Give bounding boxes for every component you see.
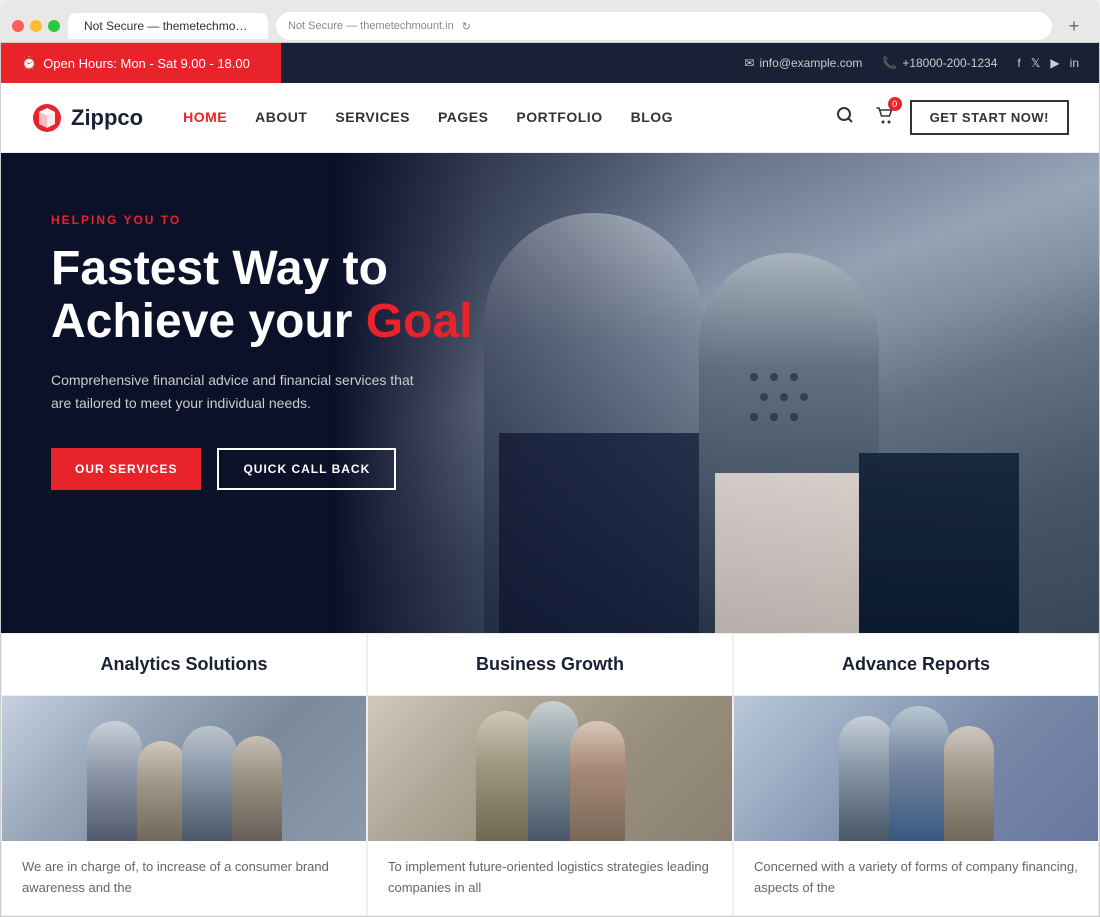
feature-card-reports: Advance Reports Concerned with a variety…: [733, 633, 1099, 916]
nav-links: HOME ABOUT SERVICES PAGES PORTFOLIO BLOG: [183, 109, 831, 127]
social-links: f 𝕏 ▶ in: [1017, 56, 1079, 70]
feature-title-2: Business Growth: [392, 654, 708, 675]
fullscreen-dot[interactable]: [48, 20, 60, 32]
browser-tabs-bar: Not Secure — themetechmount.in Not Secur…: [0, 10, 1100, 42]
site-logo[interactable]: Zippco: [31, 102, 143, 134]
email-address: info@example.com: [759, 56, 862, 70]
close-dot[interactable]: [12, 20, 24, 32]
hero-title: Fastest Way to Achieve your Goal: [51, 243, 511, 349]
hero-title-highlight: Goal: [366, 295, 473, 348]
facebook-icon[interactable]: f: [1017, 56, 1020, 70]
phone-link[interactable]: 📞 +18000-200-1234: [882, 56, 997, 70]
feature-image-2: [368, 696, 732, 841]
youtube-icon[interactable]: ▶: [1050, 56, 1059, 70]
search-icon: [836, 106, 854, 124]
top-bar-left: ⏰ Open Hours: Mon - Sat 9.00 - 18.00: [1, 43, 281, 83]
feature-desc-1: We are in charge of, to increase of a co…: [2, 841, 366, 915]
search-button[interactable]: [832, 102, 858, 133]
email-icon: ✉: [744, 56, 754, 70]
phone-number: +18000-200-1234: [902, 56, 997, 70]
feature-title-3: Advance Reports: [758, 654, 1074, 675]
cart-badge: 0: [888, 97, 902, 111]
active-tab[interactable]: Not Secure — themetechmount.in: [68, 13, 268, 39]
feature-desc-3: Concerned with a variety of forms of com…: [734, 841, 1098, 915]
feature-card-growth: Business Growth To implement future-orie…: [367, 633, 733, 916]
logo-icon: [31, 102, 63, 134]
hero-title-line2: Achieve your: [51, 295, 366, 348]
main-navbar: Zippco HOME ABOUT SERVICES PAGES PORTFOL…: [1, 83, 1099, 153]
nav-blog[interactable]: BLOG: [631, 109, 673, 125]
feature-title-1: Analytics Solutions: [26, 654, 342, 675]
feature-image-3: [734, 696, 1098, 841]
quick-callback-button[interactable]: QUICK CALL BACK: [217, 448, 396, 490]
refresh-icon[interactable]: ↻: [462, 20, 471, 33]
top-bar: ⏰ Open Hours: Mon - Sat 9.00 - 18.00 ✉ i…: [1, 43, 1099, 83]
hero-content: HELPING YOU TO Fastest Way to Achieve yo…: [1, 153, 561, 550]
feature-header-2: Business Growth: [368, 634, 732, 696]
feature-header-1: Analytics Solutions: [2, 634, 366, 696]
nav-actions: 0 GET START NOW!: [832, 100, 1069, 135]
nav-about[interactable]: ABOUT: [255, 109, 307, 125]
address-text: Not Secure — themetechmount.in: [288, 20, 454, 32]
minimize-dot[interactable]: [30, 20, 42, 32]
nav-pages[interactable]: PAGES: [438, 109, 488, 125]
logo-text: Zippco: [71, 105, 143, 131]
cart-button[interactable]: 0: [870, 101, 898, 134]
feature-desc-2: To implement future-oriented logistics s…: [368, 841, 732, 915]
twitter-icon[interactable]: 𝕏: [1031, 56, 1041, 70]
browser-window: Not Secure — themetechmount.in Not Secur…: [0, 0, 1100, 42]
feature-header-3: Advance Reports: [734, 634, 1098, 696]
email-link[interactable]: ✉ info@example.com: [744, 56, 862, 70]
hero-buttons: OUR SERVICES QUICK CALL BACK: [51, 448, 511, 490]
new-tab-button[interactable]: +: [1060, 12, 1088, 40]
hero-title-line1: Fastest Way to: [51, 242, 388, 295]
nav-home[interactable]: HOME: [183, 109, 227, 125]
get-start-button[interactable]: GET START NOW!: [910, 100, 1069, 135]
hero-description: Comprehensive financial advice and finan…: [51, 369, 431, 417]
feature-card-analytics: Analytics Solutions We are in charge of,…: [1, 633, 367, 916]
browser-traffic-lights: [12, 20, 60, 32]
linkedin-icon[interactable]: in: [1070, 56, 1079, 70]
open-hours-text: Open Hours: Mon - Sat 9.00 - 18.00: [43, 56, 250, 71]
website-content: ⏰ Open Hours: Mon - Sat 9.00 - 18.00 ✉ i…: [0, 42, 1100, 917]
our-services-button[interactable]: OUR SERVICES: [51, 448, 201, 490]
top-bar-right: ✉ info@example.com 📞 +18000-200-1234 f 𝕏…: [281, 43, 1099, 83]
feature-section: Analytics Solutions We are in charge of,…: [1, 633, 1099, 916]
feature-image-1: [2, 696, 366, 841]
hero-section: HELPING YOU TO Fastest Way to Achieve yo…: [1, 153, 1099, 633]
nav-portfolio[interactable]: PORTFOLIO: [516, 109, 602, 125]
clock-icon: ⏰: [21, 55, 37, 71]
nav-services[interactable]: SERVICES: [335, 109, 410, 125]
tab-title: Not Secure — themetechmount.in: [84, 19, 265, 33]
address-bar[interactable]: Not Secure — themetechmount.in ↻: [276, 12, 1052, 40]
phone-icon: 📞: [882, 56, 897, 70]
hero-eyebrow: HELPING YOU TO: [51, 213, 511, 227]
